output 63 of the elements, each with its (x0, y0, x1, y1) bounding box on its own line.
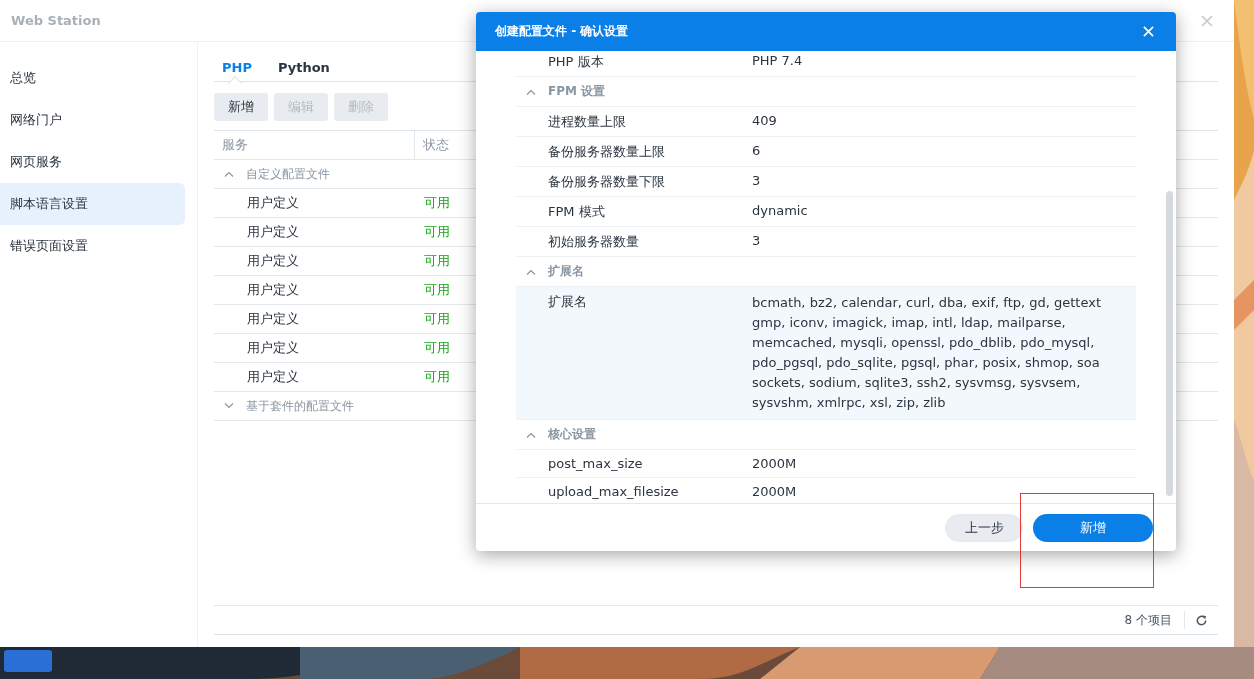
scrollbar[interactable] (1166, 191, 1173, 496)
refresh-icon[interactable] (1195, 613, 1208, 627)
table-cell: 可用 (424, 194, 450, 212)
setting-value: pdo_pgsql, pdo_sqlite, pgsql, phar, posix, shmop, soa (752, 354, 1101, 372)
table-cell-text: 用户定义 (246, 368, 300, 386)
tab[interactable]: PHP (222, 60, 252, 82)
table-cell-text: 用户定义 (246, 310, 300, 328)
setting-label: upload_max_filesize (547, 484, 680, 499)
setting-label: 初始服务器数量 (547, 233, 640, 251)
dialog-button[interactable]: 上一步 (945, 513, 1023, 542)
sidebar-item[interactable]: 错误页面设置 (0, 225, 185, 267)
table-cell: 可用 (424, 310, 450, 328)
sidebar-item[interactable]: 网络门户 (0, 99, 185, 141)
setting-value: 6 (752, 143, 761, 159)
setting-label: FPM 模式 (547, 203, 606, 221)
setting-value: 409 (752, 113, 777, 129)
chevron-icon[interactable] (526, 88, 536, 95)
setting-value: 2000M (752, 484, 797, 500)
window-title: Web Station (11, 13, 101, 28)
setting-value: gmp, iconv, imagick, imap, intl, ldap, mailparse, (752, 314, 1067, 332)
table-cell-text: 用户定义 (246, 339, 300, 357)
table-cell: 可用 (424, 252, 450, 270)
setting-label: 进程数量上限 (547, 113, 627, 131)
sidebar-item[interactable]: 脚本语言设置 (0, 183, 185, 225)
chevron-icon[interactable] (224, 403, 234, 409)
chevron-icon[interactable] (526, 268, 536, 275)
table-cell: 可用 (424, 281, 450, 299)
table-cell-text: 用户定义 (246, 223, 300, 241)
chevron-icon[interactable] (526, 431, 536, 438)
section-header: 扩展名 (548, 263, 584, 280)
table-cell: 可用 (424, 368, 450, 386)
table-cell: 可用 (424, 223, 450, 241)
dialog-title: 创建配置文件 - 确认设置 (495, 23, 629, 40)
setting-value: PHP 7.4 (752, 53, 803, 69)
table-cell-text: 用户定义 (246, 281, 300, 299)
setting-label: 扩展名 (547, 293, 588, 311)
section-header: 核心设置 (548, 426, 596, 443)
setting-value: 3 (752, 233, 761, 249)
section-header: FPM 设置 (548, 83, 606, 100)
setting-value: dynamic (752, 203, 808, 219)
setting-value: bcmath, bz2, calendar, curl, dba, exif, ftp, gd, gettext (752, 294, 1102, 312)
setting-value: sockets, sodium, sqlite3, ssh2, sysvmsg, sysvsem, (752, 374, 1082, 392)
group-label: 自定义配置文件 (246, 165, 330, 183)
setting-value: memcached, mysqli, openssl, pdo_dblib, pdo_mysql, (752, 334, 1096, 352)
table-cell-text: 用户定义 (246, 252, 300, 270)
setting-label: 备份服务器数量上限 (547, 143, 666, 161)
close-icon[interactable] (1201, 14, 1213, 27)
toolbar-button[interactable]: 新增 (214, 93, 268, 121)
setting-value: 3 (752, 173, 761, 189)
setting-label: 备份服务器数量下限 (547, 173, 666, 191)
dialog-button[interactable]: 新增 (1033, 513, 1153, 542)
setting-label: post_max_size (547, 456, 644, 471)
table-cell-text: 用户定义 (246, 194, 300, 212)
tab[interactable]: Python (277, 60, 330, 82)
sidebar-item[interactable]: 网页服务 (0, 141, 185, 183)
group-label: 基于套件的配置文件 (246, 397, 354, 415)
table-cell: 可用 (424, 339, 450, 357)
setting-value: sysvshm, xmlrpc, xsl, zip, zlib (752, 394, 947, 412)
setting-value: 2000M (752, 456, 797, 472)
sidebar-item[interactable]: 总览 (0, 57, 185, 99)
setting-label: PHP 版本 (547, 53, 605, 71)
item-count: 8 个项目 (1124, 611, 1172, 629)
chevron-icon[interactable] (224, 171, 234, 177)
